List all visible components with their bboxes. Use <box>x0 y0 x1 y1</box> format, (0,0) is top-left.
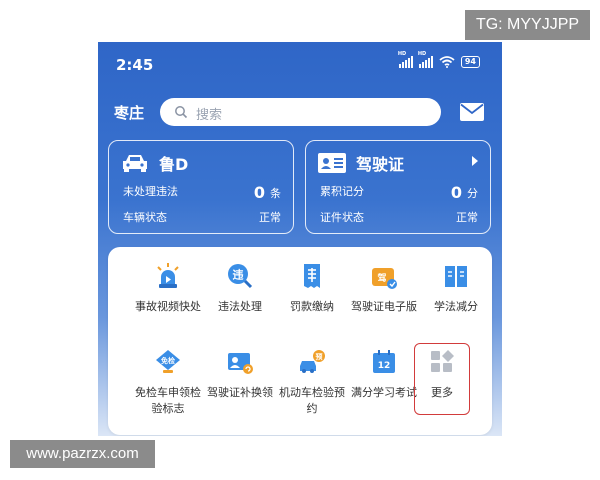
vehicle-status-value: 正常 <box>259 211 281 224</box>
license-status-value: 正常 <box>456 211 478 224</box>
service-label: 免检车申领检验标志 <box>135 386 201 415</box>
violation-row: 未处理违法 0条 <box>123 183 281 202</box>
service-license-renew[interactable]: 驾驶证补换领 <box>204 348 276 418</box>
service-label: 驾驶证电子版 <box>351 300 417 313</box>
car-icon <box>123 155 147 172</box>
status-icons: HD HD 94 <box>398 51 480 68</box>
app-screen: 2:45 HD HD 94 枣庄 搜索 鲁D 未处理违法 0 条 车辆状态 正常… <box>98 42 502 436</box>
license-card[interactable]: 驾驶证 累积记分 0分 证件状态 正常 <box>305 140 491 234</box>
calendar-badge-text: 12 <box>378 361 391 371</box>
services-panel: 事故视频快处 违 违法处理 罚款缴纳 驾 驾驶证电子版 学法减分 免检 免检车申… <box>108 247 492 435</box>
violation-count: 0条 <box>254 183 281 202</box>
status-bar: 2:45 HD HD 94 <box>98 42 502 86</box>
service-label: 罚款缴纳 <box>290 300 334 313</box>
search-input[interactable]: 搜索 <box>160 98 441 126</box>
signal-icon: HD <box>418 51 433 68</box>
service-label: 违法处理 <box>218 300 262 313</box>
service-accident-video[interactable]: 事故视频快处 <box>132 262 204 332</box>
service-exempt-inspection[interactable]: 免检 免检车申领检验标志 <box>132 348 204 418</box>
service-e-license[interactable]: 驾 驾驶证电子版 <box>348 262 420 332</box>
points-number: 0 <box>450 183 462 202</box>
chevron-right-icon[interactable] <box>472 156 478 166</box>
license-renew-icon <box>228 353 253 374</box>
signal-icon: HD <box>398 51 413 68</box>
points-value: 0分 <box>451 183 478 202</box>
vehicle-status-label: 车辆状态 <box>123 211 167 224</box>
service-fine-payment[interactable]: 罚款缴纳 <box>276 262 348 332</box>
service-label: 机动车检验预约 <box>279 386 345 415</box>
site-watermark: www.pazrzx.com <box>10 440 155 468</box>
more-grid-icon <box>431 350 454 372</box>
service-label: 学法减分 <box>434 300 478 313</box>
service-label: 驾驶证补换领 <box>207 386 273 399</box>
plate-title: 鲁D <box>159 155 189 174</box>
service-study-deduct[interactable]: 学法减分 <box>420 262 492 332</box>
e-license-icon: 驾 <box>372 268 397 289</box>
violation-number: 0 <box>253 183 265 202</box>
top-bar: 枣庄 搜索 <box>98 98 502 128</box>
violation-label: 未处理违法 <box>123 185 178 198</box>
fine-receipt-icon <box>304 264 320 288</box>
exempt-badge-icon: 免检 <box>156 350 180 373</box>
id-card-icon <box>318 153 346 173</box>
search-placeholder: 搜索 <box>196 108 223 123</box>
vehicle-status-row: 车辆状态 正常 <box>123 209 281 225</box>
calendar-exam-icon: 12 <box>373 350 395 373</box>
exempt-badge-text: 免检 <box>161 356 175 365</box>
appointment-badge-text: 预 <box>316 352 323 361</box>
points-row: 累积记分 0分 <box>320 183 478 202</box>
service-violation[interactable]: 违 违法处理 <box>204 262 276 332</box>
book-icon <box>445 266 467 287</box>
battery-icon: 94 <box>460 56 480 68</box>
license-status-label: 证件状态 <box>320 211 364 224</box>
search-icon <box>175 106 188 119</box>
service-label: 更多 <box>431 386 453 399</box>
service-more[interactable]: 更多 <box>406 348 478 418</box>
mail-icon[interactable] <box>460 103 484 121</box>
city-selector[interactable]: 枣庄 <box>114 102 144 123</box>
points-unit: 分 <box>467 187 478 200</box>
wifi-icon <box>439 56 455 68</box>
violation-unit: 条 <box>270 187 281 200</box>
car-appointment-icon: 预 <box>300 350 325 373</box>
points-label: 累积记分 <box>320 185 364 198</box>
license-title: 驾驶证 <box>356 155 405 174</box>
violation-search-icon: 违 <box>228 264 253 289</box>
tg-watermark: TG: MYYJJPP <box>465 10 590 40</box>
e-license-badge-text: 驾 <box>377 272 386 284</box>
vehicle-card[interactable]: 鲁D 未处理违法 0条 车辆状态 正常 <box>108 140 294 234</box>
violation-badge-text: 违 <box>233 268 244 282</box>
service-label: 事故视频快处 <box>135 300 201 313</box>
license-status-row: 证件状态 正常 <box>320 209 478 225</box>
siren-icon <box>157 263 179 288</box>
service-vehicle-inspection[interactable]: 预 机动车检验预约 <box>276 348 348 418</box>
status-time: 2:45 <box>116 56 154 74</box>
